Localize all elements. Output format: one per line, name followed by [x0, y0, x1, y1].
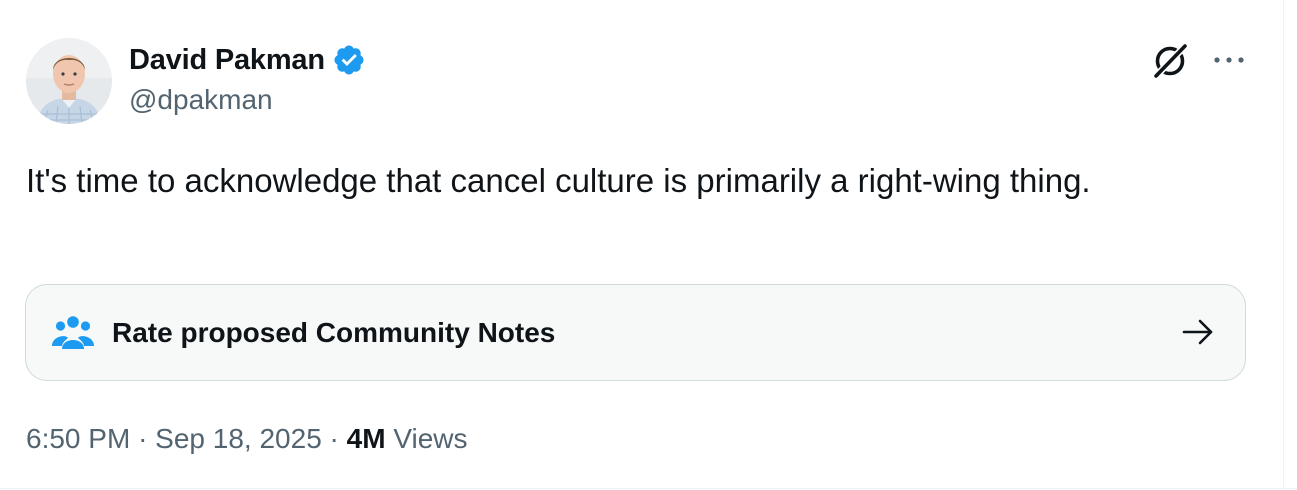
column-divider [1283, 0, 1284, 490]
meta-separator: · [138, 423, 148, 454]
meta-separator: · [329, 423, 339, 454]
tweet-meta: 6:50 PM · Sep 18, 2025 · 4M Views [26, 419, 468, 459]
avatar[interactable] [26, 38, 112, 124]
community-notes-icon [52, 313, 94, 351]
community-notes-card[interactable]: Rate proposed Community Notes [25, 284, 1246, 381]
verified-badge-icon[interactable] [332, 43, 366, 77]
author-name-text: David Pakman [129, 43, 325, 76]
more-options-icon[interactable] [1209, 47, 1249, 73]
author-handle[interactable]: @dpakman [129, 84, 273, 116]
views-count: 4M [346, 423, 386, 454]
views-label: Views [393, 423, 468, 454]
arrow-right-icon [1181, 317, 1215, 347]
community-notes-label: Rate proposed Community Notes [112, 317, 556, 348]
tweet-time[interactable]: 6:50 PM [26, 423, 130, 454]
grok-icon[interactable] [1151, 42, 1189, 80]
tweet-date[interactable]: Sep 18, 2025 [155, 423, 322, 454]
tweet-text: It's time to acknowledge that cancel cul… [26, 162, 1091, 199]
avatar-image [26, 38, 112, 124]
bottom-divider [0, 488, 1297, 489]
tweet-detail: David Pakman @dpakman It's time to ackno… [0, 0, 1297, 490]
author-display-name[interactable]: David Pakman [129, 40, 366, 80]
